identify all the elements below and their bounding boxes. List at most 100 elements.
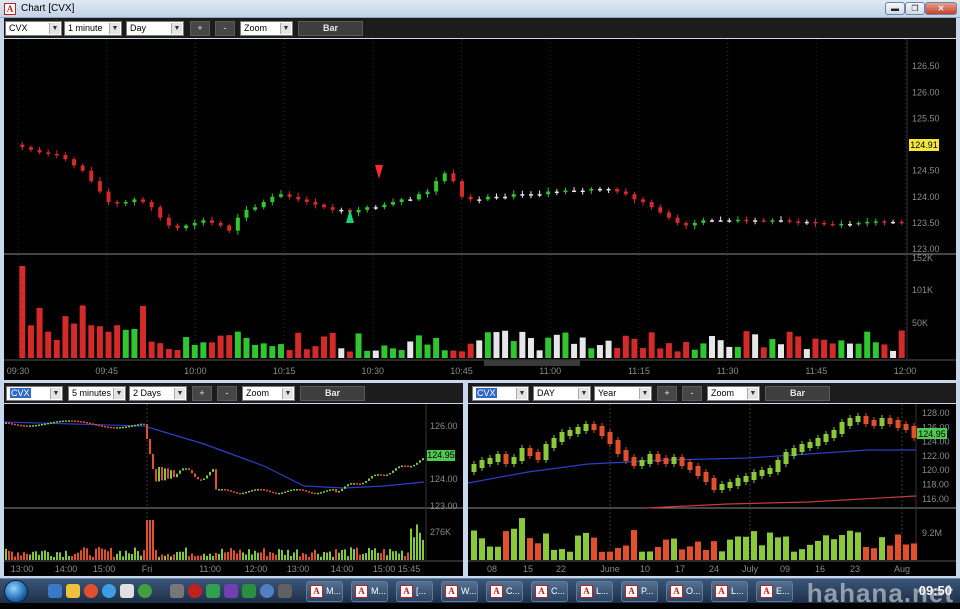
maximize-button[interactable]: ❐ [905,2,925,15]
right-zoom-out-button[interactable]: - [682,386,702,401]
start-button[interactable] [4,580,28,603]
candle-body [362,482,364,485]
main-bar-style-button[interactable]: Bar [298,21,363,36]
main-symbol-select[interactable]: CVX ▼ [5,21,62,36]
volume-bar [242,552,244,560]
candle-body [692,222,697,226]
candle-body [97,181,102,192]
main-price-chart[interactable]: 126.50126.00125.50125.00124.50124.00123.… [4,39,956,380]
right-interval-select[interactable]: DAY ▼ [533,386,591,401]
right-bar-style-button[interactable]: Bar [765,386,830,401]
app-launcher-icon[interactable] [120,584,134,598]
globe-icon[interactable] [138,584,152,598]
internet-explorer-icon[interactable] [102,584,116,598]
main-interval-select[interactable]: 1 minute ▼ [64,21,122,36]
right-price-chart[interactable]: 128.00126.00124.00122.00120.00118.00116.… [468,404,956,576]
close-button[interactable]: ✕ [925,2,957,15]
left-zoom-select[interactable]: Zoom ▼ [242,386,295,401]
taskbar-item[interactable]: A P... [621,581,658,602]
candle-body [392,470,394,473]
time-axis-label: 11:00 [199,564,221,574]
taskbar-item[interactable]: A M... [351,581,388,602]
right-zoom-select[interactable]: Zoom ▼ [707,386,760,401]
taskbar-item[interactable]: A [... [396,581,433,602]
candle-body [408,199,413,201]
left-interval-select[interactable]: 5 minutes ▼ [68,386,126,401]
taskbar-item[interactable]: A C... [531,581,568,602]
main-zoom-select[interactable]: Zoom ▼ [240,21,293,36]
main-range-select[interactable]: Day ▼ [126,21,184,36]
candle-body [591,424,597,430]
volume-bar [364,350,371,358]
taskbar-item[interactable]: A O... [666,581,703,602]
right-range-select[interactable]: Year ▼ [594,386,652,401]
volume-bar [847,530,853,560]
volume-bar [164,555,166,560]
taskbar-item[interactable]: A E... [756,581,793,602]
left-symbol-select[interactable]: CVX ▼ [6,386,63,401]
candle-body [132,199,137,202]
left-chart-panel[interactable]: 126.00 124.00 123.00 276K 13:00 14:00 15:00 Fri… [4,404,463,576]
taskbar-item[interactable]: A M... [306,581,343,602]
volume-bar [743,331,750,358]
volume-bar [176,552,178,560]
candle-body [679,457,685,466]
volume-bar [607,551,613,560]
time-axis-label: 16 [815,564,825,574]
minimize-button[interactable]: ▬ [885,2,905,15]
taskbar-item[interactable]: A L... [711,581,748,602]
excel-icon[interactable] [242,584,256,598]
browser-icon[interactable] [84,584,98,598]
volume-bar [392,551,394,560]
volume-bar [599,551,605,560]
candle-body [377,474,379,476]
opera-icon[interactable] [188,584,202,598]
taskbar-item[interactable]: A C... [486,581,523,602]
candle-body [347,484,349,487]
candle-body [281,492,283,494]
right-zoom-in-button[interactable]: + [657,386,677,401]
left-zoom-in-button[interactable]: + [192,386,212,401]
taskbar-item[interactable]: A L... [576,581,613,602]
volume-bar [791,551,797,560]
volume-bar [290,555,292,560]
left-range-select[interactable]: 2 Days ▼ [129,386,187,401]
volume-bar [419,532,421,560]
left-bar-style-button[interactable]: Bar [300,386,365,401]
right-symbol-select[interactable]: CVX ▼ [472,386,529,401]
volume-axis-label: 50K [912,318,928,328]
volume-axis-label: 152K [912,253,933,263]
volume-bar [783,536,789,560]
main-zoom-in-button[interactable]: + [190,21,210,36]
calculator-icon[interactable] [278,584,292,598]
left-zoom-out-button[interactable]: - [217,386,237,401]
folder-icon[interactable] [66,584,80,598]
left-price-chart[interactable]: 126.00 124.00 123.00 276K 13:00 14:00 15:00 Fri… [4,404,463,576]
search-icon[interactable] [260,584,274,598]
candle-body [322,204,327,208]
volume-bar [182,551,184,560]
candle-body [65,420,67,422]
main-horizontal-scrollbar[interactable] [484,360,580,366]
candle-body [89,170,94,182]
time-axis-label: 10 [640,564,650,574]
tool-icon[interactable] [170,584,184,598]
main-chart-panel[interactable]: 126.50126.00125.50125.00124.50124.00123.… [4,39,956,380]
chat-icon[interactable] [206,584,220,598]
volume-bar [459,351,465,358]
desktop-icon[interactable] [48,584,62,598]
volume-bar [760,347,767,358]
candle-body [735,478,741,486]
candle-body [227,225,232,231]
volume-bar [266,555,268,560]
taskbar-item[interactable]: A W... [441,581,478,602]
candle-body [671,457,677,464]
volume-bar [275,554,277,560]
volume-bar [208,342,215,358]
volume-bar [588,348,595,358]
main-zoom-out-button[interactable]: - [215,21,235,36]
volume-bar [726,346,733,358]
volume-bar [727,539,733,560]
right-chart-panel[interactable]: 128.00 126.00 124.00 122.00 120.00 118.00 116.… [468,404,956,576]
mail-icon[interactable] [224,584,238,598]
